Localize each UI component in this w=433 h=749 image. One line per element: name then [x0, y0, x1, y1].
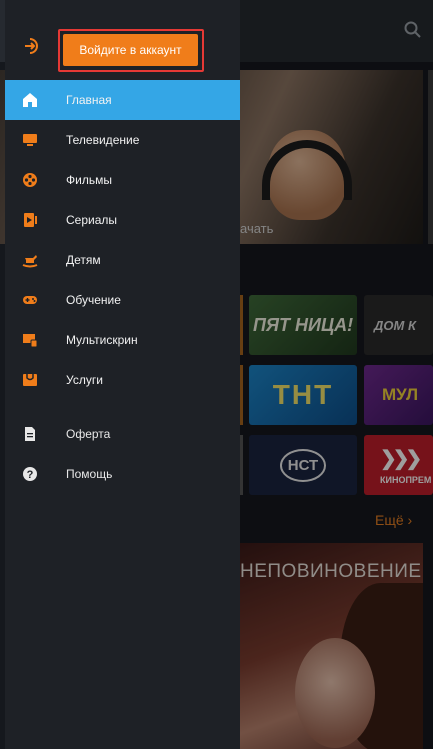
menu-item-multiscreen[interactable]: Мультискрин [5, 320, 240, 360]
menu-divider-space [5, 400, 240, 414]
menu-item-label: Оферта [66, 427, 111, 441]
menu-item-label: Услуги [66, 373, 103, 387]
services-icon [23, 374, 37, 386]
menu-item-label: Мультискрин [66, 333, 138, 347]
drawer-menu: Главная Телевидение Фильмы Сериалы Детям… [5, 80, 240, 494]
menu-item-offer[interactable]: Оферта [5, 414, 240, 454]
gamepad-icon [23, 296, 37, 304]
drawer-header: Войдите в аккаунт [5, 0, 240, 78]
menu-item-help[interactable]: ? Помощь [5, 454, 240, 494]
menu-item-services[interactable]: Услуги [5, 360, 240, 400]
multiscreen-icon [23, 334, 38, 348]
menu-item-label: Фильмы [66, 173, 112, 187]
menu-item-series[interactable]: Сериалы [5, 200, 240, 240]
series-icon [24, 213, 37, 227]
login-icon[interactable] [22, 36, 42, 56]
rocking-horse-icon [22, 255, 38, 268]
svg-text:?: ? [27, 469, 34, 481]
help-icon: ? [23, 467, 37, 481]
scrim-overlay[interactable] [240, 0, 433, 749]
menu-item-label: Телевидение [66, 133, 140, 147]
menu-item-kids[interactable]: Детям [5, 240, 240, 280]
tv-icon [23, 134, 37, 146]
home-icon [23, 93, 37, 107]
menu-item-home[interactable]: Главная [5, 80, 240, 120]
menu-item-label: Главная [66, 93, 112, 107]
menu-item-label: Помощь [66, 467, 113, 481]
menu-item-learning[interactable]: Обучение [5, 280, 240, 320]
film-reel-icon [23, 173, 37, 187]
login-button[interactable]: Войдите в аккаунт [63, 34, 198, 66]
menu-item-label: Обучение [66, 293, 121, 307]
menu-item-label: Сериалы [66, 213, 118, 227]
navigation-drawer: Войдите в аккаунт Главная Телевидение Фи… [5, 0, 240, 749]
menu-item-films[interactable]: Фильмы [5, 160, 240, 200]
menu-item-tv[interactable]: Телевидение [5, 120, 240, 160]
menu-item-label: Детям [66, 253, 101, 267]
document-icon [25, 427, 35, 441]
